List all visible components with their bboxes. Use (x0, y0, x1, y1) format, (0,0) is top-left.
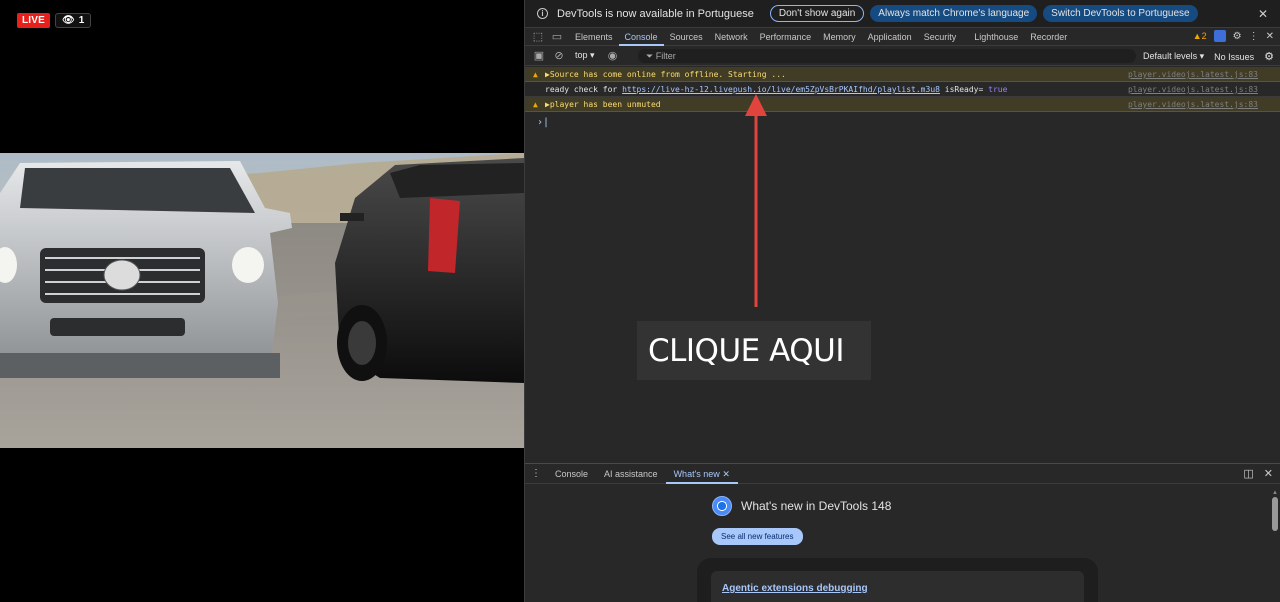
live-badge: LIVE (17, 13, 51, 28)
scrollbar-thumb[interactable] (1272, 497, 1278, 531)
chrome-logo-icon (712, 496, 732, 516)
see-all-features-button[interactable]: See all new features (712, 528, 803, 545)
drawer-tab-ai-assistance[interactable]: AI assistance (596, 464, 666, 484)
drawer-menu-icon[interactable]: ⋮ (525, 468, 547, 479)
drawer-tab-whats-new[interactable]: What's new ✕ (665, 464, 738, 484)
viewer-count: 1 (78, 15, 85, 26)
annotation-arrow (745, 94, 767, 307)
annotation-label: CLIQUE AQUI (637, 321, 871, 380)
viewer-count-badge: 👁 1 (55, 13, 92, 28)
close-tab-icon[interactable]: ✕ (722, 469, 730, 479)
devtools-panel: i DevTools is now available in Portugues… (524, 0, 1280, 602)
video-player[interactable]: LIVE 👁 1 (0, 0, 524, 602)
feature-link[interactable]: Agentic extensions debugging (722, 583, 868, 594)
close-drawer-icon[interactable]: ✕ (1264, 467, 1273, 480)
video-image-cars (0, 153, 524, 448)
whats-new-title: What's new in DevTools 148 (741, 499, 892, 513)
annotation-text: CLIQUE AQUI (648, 332, 845, 369)
video-frame[interactable] (0, 153, 524, 448)
feature-card: Agentic extensions debugging (697, 558, 1098, 602)
whats-new-header: What's new in DevTools 148 (712, 496, 891, 516)
drawer-scrollbar[interactable]: ▲ (1271, 490, 1279, 600)
scroll-up-icon[interactable]: ▲ (1271, 490, 1279, 496)
drawer-tab-console[interactable]: Console (547, 464, 596, 484)
dock-drawer-icon[interactable]: ◫ (1243, 467, 1253, 480)
eye-icon: 👁 (62, 15, 75, 26)
drawer-tab-whats-new-label: What's new (673, 468, 720, 479)
drawer-tabbar: ⋮ Console AI assistance What's new ✕ ◫ ✕ (525, 464, 1280, 484)
bottom-drawer: ⋮ Console AI assistance What's new ✕ ◫ ✕… (525, 463, 1280, 602)
